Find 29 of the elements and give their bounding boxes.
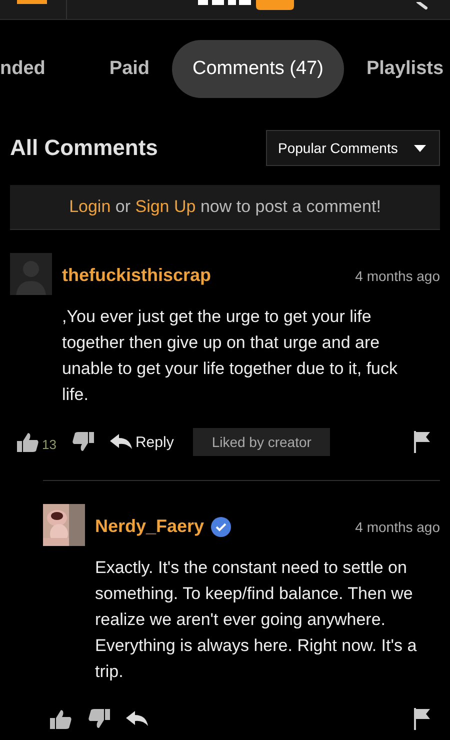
- tab[interactable]: Paid: [87, 40, 172, 98]
- like-count: 13: [42, 436, 56, 452]
- comment-time: 4 months ago: [355, 518, 440, 534]
- reply-arrow-icon: [110, 434, 132, 450]
- tab[interactable]: Playlists: [344, 40, 450, 98]
- caret-icon: [414, 144, 426, 152]
- comment-text: Exactly. It's the constant need to settle on something. To keep/find balance. Then we realize we aren't ever going anywhere. Everything is always here. Right now. It's a trip.: [95, 557, 418, 683]
- reply-button[interactable]: [126, 711, 148, 727]
- flag-icon[interactable]: [414, 708, 430, 730]
- section-heading: All Comments: [10, 135, 158, 161]
- login-prompt: Login or Sign Up now to post a comment!: [69, 197, 381, 217]
- comment-time: 4 months ago: [355, 268, 440, 284]
- tab[interactable]: nded: [0, 40, 68, 98]
- username-link[interactable]: Nerdy_Faery: [95, 516, 204, 537]
- thumbs-up-icon[interactable]: [50, 709, 72, 729]
- tab[interactable]: Comments (47): [172, 40, 344, 98]
- thumbs-down-icon[interactable]: [88, 709, 110, 729]
- thumbs-up-icon[interactable]: [17, 432, 39, 452]
- thumbs-down-icon[interactable]: [72, 432, 94, 452]
- username-link[interactable]: thefuckisthiscrap: [62, 265, 212, 286]
- logo-drawing[interactable]: [198, 0, 294, 12]
- sort-dropdown[interactable]: Popular Comments: [266, 130, 440, 166]
- login-link[interactable]: Login: [69, 197, 111, 216]
- reply-button[interactable]: Reply: [110, 434, 174, 450]
- comment-text: ,You ever just get the urge to get your life together then give up on that urge and are unable to get your life together due to it, fuck life.: [62, 306, 398, 406]
- liked-by-creator-label: Liked by creator: [192, 428, 330, 456]
- reply-arrow-icon: [126, 711, 148, 727]
- flag-icon[interactable]: [414, 431, 430, 453]
- sign-up-link[interactable]: Sign Up: [135, 197, 196, 216]
